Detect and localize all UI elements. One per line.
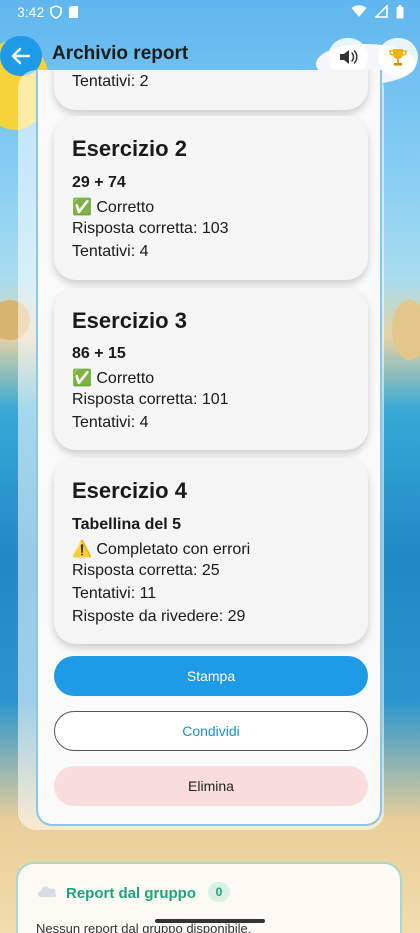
exercise-card-partial: Tentativi: 2	[54, 70, 368, 110]
trophy-icon	[389, 49, 407, 66]
signal-icon	[375, 5, 388, 18]
report-detail-panel: Tentativi: 2 Esercizio 2 29 + 74 ✅ Corre…	[36, 70, 382, 826]
arrow-left-icon	[11, 47, 31, 65]
attempts-text: Tentativi: 2	[72, 73, 149, 90]
exercise-title: Esercizio 2	[72, 136, 187, 161]
status-system-icons	[351, 5, 404, 19]
exercise-status: ✅ Corretto	[72, 370, 155, 387]
exercise-card: Esercizio 2 29 + 74 ✅ Corretto Risposta …	[54, 116, 368, 280]
exercise-title: Esercizio 4	[72, 478, 187, 503]
battery-icon	[396, 5, 404, 19]
exercise-title: Esercizio 3	[72, 308, 187, 333]
exercise-answer: Risposta corretta: 103	[72, 220, 229, 237]
share-button[interactable]: Condividi	[54, 711, 368, 751]
exercise-problem: 29 + 74	[72, 174, 126, 191]
shield-icon	[50, 5, 62, 19]
exercise-answer: Risposta corretta: 101	[72, 391, 229, 408]
group-count-badge: 0	[208, 882, 230, 902]
exercise-answer: Risposta corretta: 25	[72, 562, 220, 579]
delete-button[interactable]: Elimina	[54, 766, 368, 806]
exercise-card: Esercizio 3 86 + 15 ✅ Corretto Risposta …	[54, 288, 368, 450]
gesture-nav-bar[interactable]	[155, 919, 265, 923]
wifi-icon	[351, 5, 367, 17]
exercise-card: Esercizio 4 Tabellina del 5 ⚠️ Completat…	[54, 458, 368, 644]
cloud-icon	[38, 886, 57, 897]
exercise-status: ✅ Corretto	[72, 199, 155, 216]
status-time: 3:42	[17, 4, 45, 20]
exercise-attempts: Tentativi: 11	[72, 585, 157, 602]
group-title: Report dal gruppo	[66, 885, 196, 902]
status-notification-icons	[50, 5, 79, 19]
island-decoration	[392, 300, 420, 360]
print-button[interactable]: Stampa	[54, 656, 368, 696]
trophy-button[interactable]	[378, 38, 418, 76]
exercise-status: ⚠️ Completato con errori	[72, 541, 251, 558]
exercise-review: Risposte da rivedere: 29	[72, 608, 246, 625]
status-bar: 3:42	[0, 0, 420, 26]
exercise-problem: Tabellina del 5	[72, 516, 182, 533]
exercise-problem: 86 + 15	[72, 345, 126, 362]
sd-card-icon	[69, 6, 78, 18]
speaker-icon	[340, 50, 358, 64]
exercise-attempts: Tentativi: 4	[72, 414, 149, 431]
page-title: Archivio report	[52, 43, 189, 64]
exercise-attempts: Tentativi: 4	[72, 243, 149, 260]
